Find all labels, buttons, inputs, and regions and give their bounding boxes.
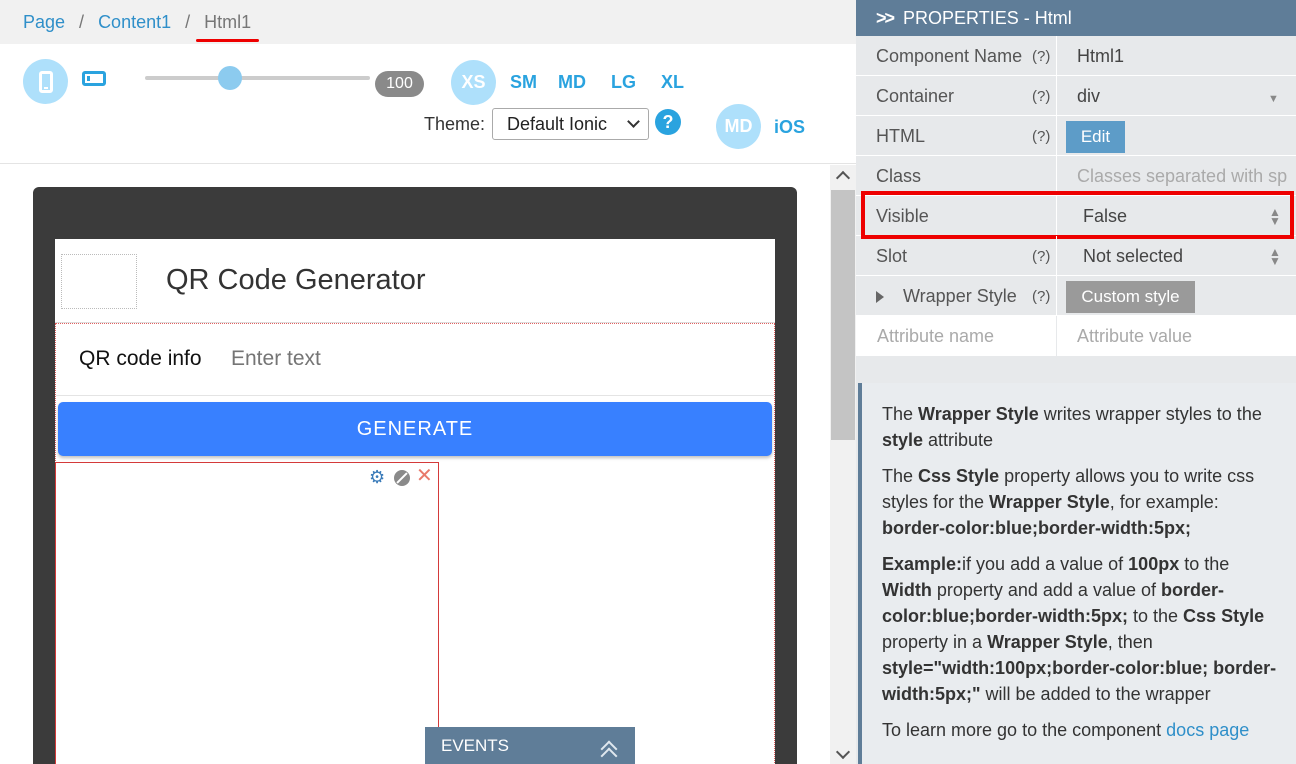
text: attribute bbox=[923, 430, 994, 450]
visible-highlight bbox=[861, 191, 1294, 239]
attribute-value-input[interactable]: Attribute value bbox=[1077, 326, 1192, 347]
tablet-view-button[interactable] bbox=[82, 71, 106, 86]
text: Example: bbox=[882, 554, 963, 574]
visibility-off-icon[interactable] bbox=[394, 470, 410, 486]
docs-link[interactable]: docs page bbox=[1166, 720, 1249, 740]
breadcrumb-page[interactable]: Page bbox=[23, 12, 65, 33]
text: The bbox=[882, 466, 919, 486]
updown-icon: ▲ ▼ bbox=[1269, 245, 1281, 268]
properties-title: PROPERTIES - Html bbox=[903, 7, 1072, 28]
text: 100px bbox=[1128, 554, 1180, 574]
container-select[interactable]: div bbox=[1077, 86, 1100, 107]
help-paragraph: Example:if you add a value of 100px to t… bbox=[882, 551, 1278, 707]
scroll-down-icon[interactable] bbox=[830, 744, 856, 764]
help-icon[interactable]: ? bbox=[655, 109, 681, 135]
property-help-text: The Wrapper Style writes wrapper styles … bbox=[858, 383, 1296, 764]
phone-view-button[interactable] bbox=[23, 59, 68, 104]
breadcrumb-current-label: Html1 bbox=[204, 11, 252, 32]
text: The bbox=[882, 404, 919, 424]
theme-select-value: Default Ionic bbox=[507, 113, 608, 134]
chevron-down-icon bbox=[627, 115, 640, 128]
tablet-icon bbox=[82, 71, 106, 86]
prop-help-icon[interactable]: (?) bbox=[1032, 248, 1050, 265]
slot-select[interactable]: Not selected bbox=[1083, 246, 1183, 267]
text: border-color:blue;border-width:5px; bbox=[882, 518, 1191, 538]
breadcrumb-content1[interactable]: Content1 bbox=[98, 12, 171, 33]
collapse-panel-icon[interactable]: >> bbox=[876, 8, 895, 29]
expand-icon[interactable] bbox=[876, 291, 884, 303]
text: Width bbox=[882, 580, 932, 600]
scroll-up-icon[interactable] bbox=[830, 165, 856, 187]
prop-help-icon[interactable]: (?) bbox=[1032, 48, 1050, 65]
text: , then bbox=[1107, 632, 1153, 652]
properties-header: >> PROPERTIES - Html bbox=[856, 0, 1296, 36]
text: will be added to the wrapper bbox=[980, 684, 1211, 704]
help-paragraph: To learn more go to the component docs p… bbox=[882, 717, 1278, 743]
prop-label-class: Class bbox=[876, 166, 922, 186]
gear-icon[interactable]: ⚙ bbox=[369, 468, 387, 486]
qr-code-input[interactable] bbox=[231, 347, 531, 371]
breadcrumb: Page / Content1 / Html1 bbox=[0, 0, 856, 44]
events-tab-label: EVENTS bbox=[441, 735, 510, 755]
html1-component[interactable] bbox=[55, 462, 439, 764]
text: Wrapper Style bbox=[918, 404, 1039, 424]
generate-button[interactable]: GENERATE bbox=[58, 402, 772, 456]
edit-html-button[interactable]: Edit bbox=[1066, 121, 1125, 153]
prop-label-slot: Slot bbox=[876, 246, 908, 266]
prop-help-icon[interactable]: (?) bbox=[1032, 288, 1050, 305]
text: Css Style bbox=[918, 466, 1000, 486]
text: To learn more go to the component bbox=[882, 720, 1167, 740]
breadcrumb-separator: / bbox=[185, 11, 191, 32]
text: Wrapper Style bbox=[987, 632, 1108, 652]
text: if you add a value of bbox=[962, 554, 1129, 574]
prop-help-icon[interactable]: (?) bbox=[1032, 88, 1050, 105]
text: to the bbox=[1128, 606, 1184, 626]
class-input[interactable]: Classes separated with sp bbox=[1077, 166, 1289, 187]
caret-down-icon: ▼ bbox=[1268, 93, 1279, 105]
platform-md-label: MD bbox=[724, 116, 753, 136]
qr-code-label: QR code info bbox=[79, 347, 202, 370]
width-slider-value: 100 bbox=[375, 71, 424, 97]
app-title[interactable]: QR Code Generator bbox=[166, 264, 426, 297]
help-paragraph: The Wrapper Style writes wrapper styles … bbox=[882, 401, 1278, 453]
events-tab[interactable]: EVENTS bbox=[425, 727, 635, 764]
text: property and add a value of bbox=[931, 580, 1161, 600]
breakpoint-xs-label: XS bbox=[461, 72, 486, 92]
platform-ios-button[interactable]: iOS bbox=[774, 117, 805, 138]
text: Css Style bbox=[1183, 606, 1265, 626]
breakpoint-xl-button[interactable]: XL bbox=[661, 72, 684, 93]
theme-label: Theme: bbox=[424, 114, 486, 134]
prop-help-icon[interactable]: (?) bbox=[1032, 128, 1050, 145]
attribute-divider bbox=[1056, 316, 1057, 356]
text: Wrapper Style bbox=[989, 492, 1110, 512]
text: , for example: bbox=[1109, 492, 1219, 512]
prop-label-html: HTML bbox=[876, 126, 925, 146]
custom-style-button[interactable]: Custom style bbox=[1066, 281, 1195, 313]
breadcrumb-current: Html1 bbox=[196, 11, 260, 42]
breadcrumb-separator: / bbox=[79, 11, 85, 32]
text: to the bbox=[1179, 554, 1230, 574]
theme-select[interactable]: Default Ionic bbox=[492, 108, 649, 140]
help-paragraph: The Css Style property allows you to wri… bbox=[882, 463, 1278, 541]
prop-label-container: Container bbox=[876, 86, 955, 106]
header-image-placeholder[interactable] bbox=[61, 254, 137, 309]
component-name-field[interactable]: Html1 bbox=[1077, 46, 1124, 67]
width-slider-knob[interactable] bbox=[218, 66, 242, 90]
prop-label-component-name: Component Name bbox=[876, 46, 1023, 66]
prop-label-wrapper-style: Wrapper Style bbox=[903, 286, 1017, 306]
scrollbar-thumb[interactable] bbox=[831, 190, 855, 440]
breakpoint-md-button[interactable]: MD bbox=[558, 72, 586, 93]
current-underline bbox=[196, 38, 260, 42]
text: style bbox=[882, 430, 924, 450]
phone-icon bbox=[38, 70, 53, 93]
close-icon[interactable]: ✕ bbox=[416, 466, 433, 486]
text: writes wrapper styles to the bbox=[1038, 404, 1262, 424]
breakpoint-lg-button[interactable]: LG bbox=[611, 72, 636, 93]
breakpoint-xs-button[interactable]: XS bbox=[451, 60, 496, 105]
attribute-name-input[interactable]: Attribute name bbox=[877, 326, 994, 347]
text: property in a bbox=[882, 632, 988, 652]
breakpoint-sm-button[interactable]: SM bbox=[510, 72, 537, 93]
width-slider-track[interactable] bbox=[145, 76, 370, 80]
platform-md-button[interactable]: MD bbox=[716, 104, 761, 149]
